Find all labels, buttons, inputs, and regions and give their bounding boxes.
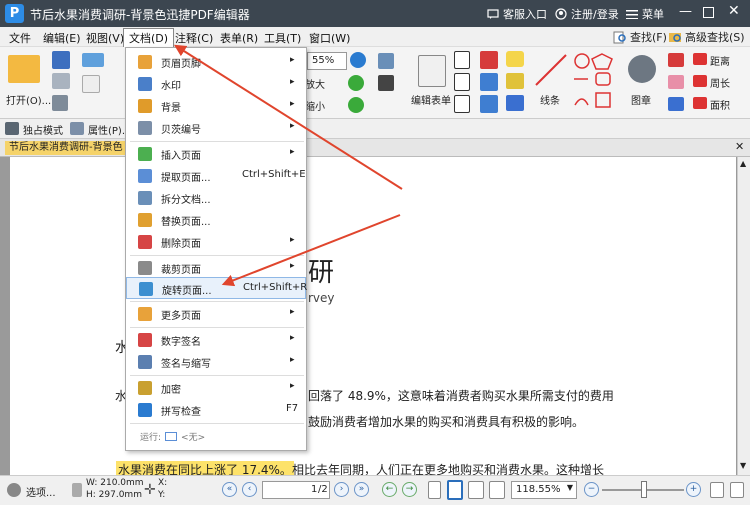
facing-page-icon[interactable] — [468, 481, 484, 499]
continuous-page-icon[interactable] — [447, 480, 463, 500]
fit-width-icon[interactable] — [730, 482, 744, 498]
arrow-to-rotate-page — [221, 214, 401, 287]
zoom-in-icon[interactable]: + — [686, 482, 701, 497]
chevron-down-icon[interactable]: ▼ — [567, 483, 573, 492]
single-page-icon[interactable] — [428, 481, 441, 499]
continuous-facing-icon[interactable] — [489, 481, 505, 499]
options-label[interactable]: 选项... — [26, 484, 56, 499]
crosshair-icon: ✛ — [144, 482, 156, 498]
status-bar: 选项... W: 210.0mm H: 297.0mm ✛ X: Y: « ‹ … — [0, 475, 750, 505]
zoom-slider-handle[interactable] — [641, 481, 647, 498]
page-total: /2 — [318, 484, 328, 495]
page-number-field[interactable]: 1 /2 — [262, 481, 330, 499]
page-current: 1 — [311, 484, 318, 495]
page-height: H: 297.0mm — [86, 490, 142, 500]
prev-page-icon[interactable]: ‹ — [242, 482, 257, 497]
back-icon[interactable]: ← — [382, 482, 397, 497]
zoom-value: 118.55% — [516, 484, 561, 495]
zoom-field[interactable]: 118.55% ▼ — [511, 481, 577, 499]
fit-page-icon[interactable] — [710, 482, 724, 498]
first-page-icon[interactable]: « — [222, 482, 237, 497]
next-page-icon[interactable]: › — [334, 482, 349, 497]
page-width: W: 210.0mm — [86, 478, 144, 488]
forward-icon[interactable]: → — [402, 482, 417, 497]
arrow-to-document-menu — [173, 44, 403, 190]
annotation-arrows — [173, 44, 403, 287]
gear-icon[interactable] — [7, 483, 21, 497]
ruler-icon — [72, 483, 82, 497]
cursor-y: Y: — [158, 490, 166, 500]
cursor-x: X: — [158, 478, 168, 488]
zoom-out-icon[interactable]: − — [584, 482, 599, 497]
last-page-icon[interactable]: » — [354, 482, 369, 497]
